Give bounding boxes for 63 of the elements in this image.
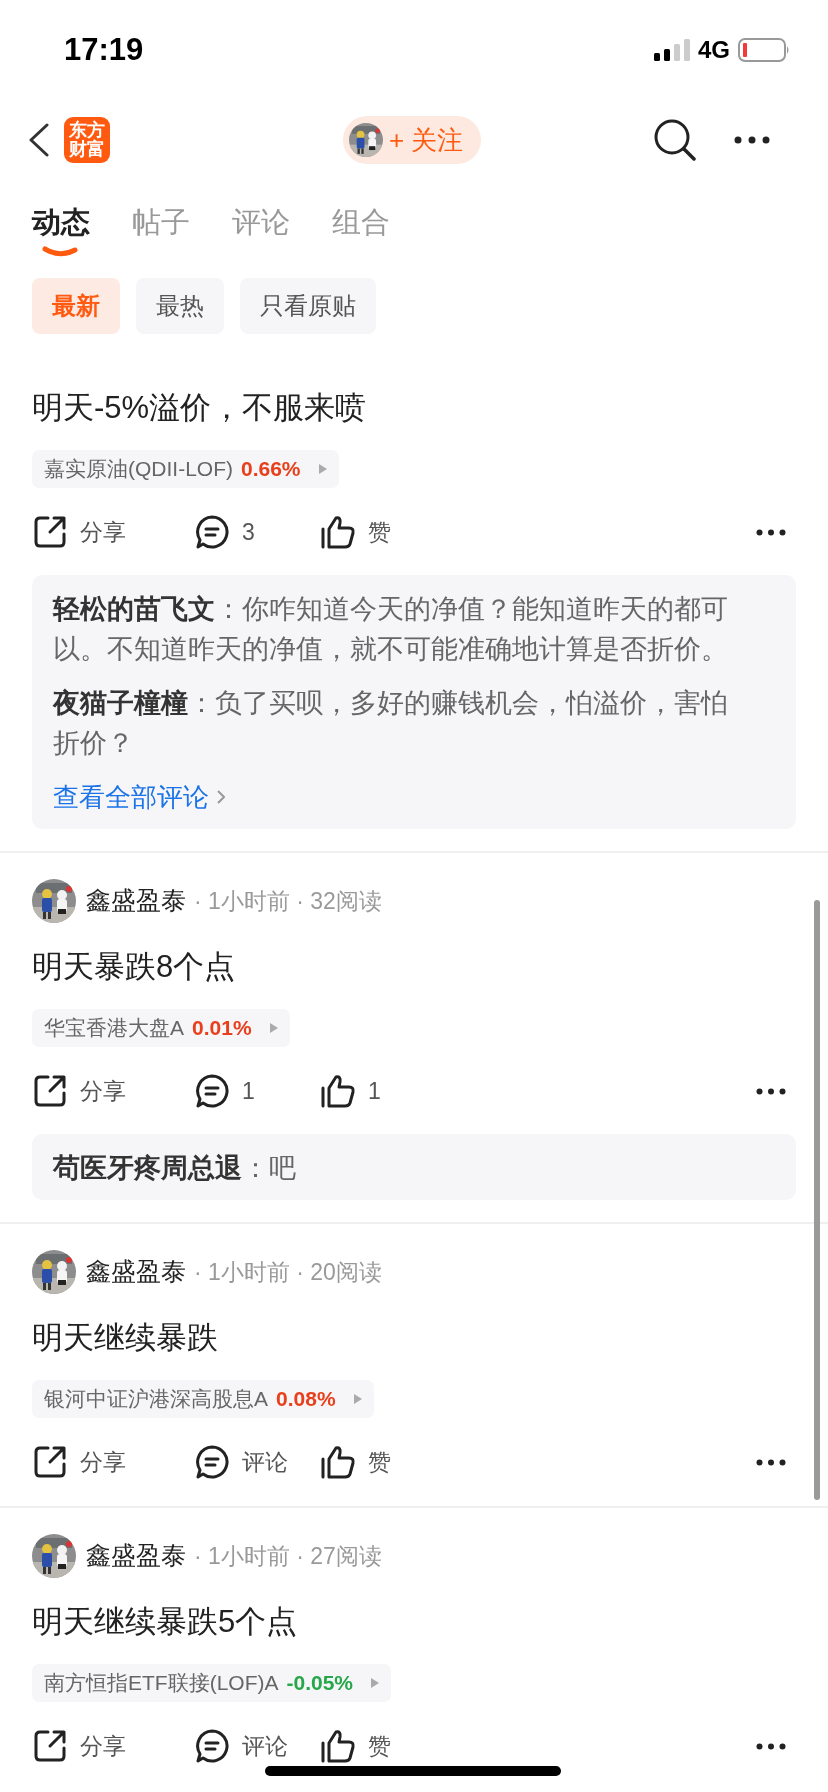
play-icon: [269, 1023, 278, 1033]
fund-chip[interactable]: 嘉实原油(QDII-LOF) 0.66%: [32, 450, 339, 488]
chevron-right-icon: [217, 790, 225, 804]
like-button[interactable]: 1: [320, 1073, 381, 1109]
comment-icon: [194, 514, 230, 550]
thumbs-up-icon: [320, 514, 356, 550]
share-icon: [32, 1444, 68, 1480]
tab[interactable]: 动态: [32, 200, 90, 260]
post-meta: · 1小时前 · 27阅读: [194, 1541, 382, 1571]
post-meta: · 1小时前 · 20阅读: [194, 1257, 382, 1287]
more-icon[interactable]: [756, 1087, 786, 1095]
comment-text: 轻松的苗飞文：你咋知道今天的净值？能知道昨天的都可以。不知道昨天的净值，就不可能准确地计算是否折价。: [53, 593, 729, 666]
play-icon: [353, 1394, 362, 1404]
share-button[interactable]: 分享: [32, 1728, 194, 1764]
post-title: 明天-5%溢价，不服来喷: [32, 389, 368, 427]
clock-time: 17:19: [64, 30, 144, 69]
share-button[interactable]: 分享: [32, 514, 194, 550]
tab-underline: [42, 246, 78, 258]
battery-icon: [738, 38, 790, 62]
thumbs-up-icon: [320, 1444, 356, 1480]
more-icon[interactable]: [756, 528, 786, 536]
post-title: 明天暴跌8个点: [32, 948, 237, 986]
share-icon: [32, 514, 68, 550]
comment-text: 夜猫子橦橦：负了买呗，多好的赚钱机会，怕溢价，害怕折价？: [53, 687, 729, 760]
search-icon[interactable]: [654, 119, 696, 161]
comment-icon: [194, 1073, 230, 1109]
comment-button[interactable]: 评论: [194, 1728, 320, 1764]
comment-button[interactable]: 1: [194, 1073, 320, 1109]
play-icon: [318, 464, 327, 474]
scrollbar[interactable]: [814, 900, 820, 1500]
view-all-comments-link[interactable]: 查看全部评论: [53, 777, 225, 817]
network-label: 4G: [698, 35, 730, 65]
comment-button[interactable]: 评论: [194, 1444, 320, 1480]
thumbs-up-icon: [320, 1728, 356, 1764]
fund-chip[interactable]: 银河中证沪港深高股息A 0.08%: [32, 1380, 374, 1418]
author-name[interactable]: 鑫盛盈泰: [86, 1253, 186, 1291]
signal-icon: [654, 39, 690, 61]
fund-chip[interactable]: 华宝香港大盘A 0.01%: [32, 1009, 290, 1047]
like-button[interactable]: 赞: [320, 1444, 391, 1480]
author-name[interactable]: 鑫盛盈泰: [86, 882, 186, 920]
post-title: 明天继续暴跌: [32, 1319, 219, 1357]
comment-text: 苟医牙疼周总退：吧: [53, 1152, 297, 1185]
share-button[interactable]: 分享: [32, 1073, 194, 1109]
post-meta: · 1小时前 · 32阅读: [194, 886, 382, 916]
comment-icon: [194, 1728, 230, 1764]
more-icon[interactable]: [756, 1458, 786, 1466]
like-button[interactable]: 赞: [320, 514, 391, 550]
post-title: 明天继续暴跌5个点: [32, 1603, 299, 1641]
thumbs-up-icon: [320, 1073, 356, 1109]
like-button[interactable]: 赞: [320, 1728, 391, 1764]
filter-chip[interactable]: 只看原贴: [240, 278, 376, 334]
comment-icon: [194, 1444, 230, 1480]
share-button[interactable]: 分享: [32, 1444, 194, 1480]
more-icon[interactable]: [756, 1742, 786, 1750]
comment-button[interactable]: 3: [194, 514, 320, 550]
author-name[interactable]: 鑫盛盈泰: [86, 1537, 186, 1575]
back-icon[interactable]: [28, 123, 50, 157]
more-icon[interactable]: [734, 136, 770, 144]
filter-chip[interactable]: 最热: [136, 278, 224, 334]
play-icon: [371, 1678, 380, 1688]
share-icon: [32, 1073, 68, 1109]
fund-chip[interactable]: 南方恒指ETF联接(LOF)A -0.05%: [32, 1664, 392, 1702]
share-icon: [32, 1728, 68, 1764]
